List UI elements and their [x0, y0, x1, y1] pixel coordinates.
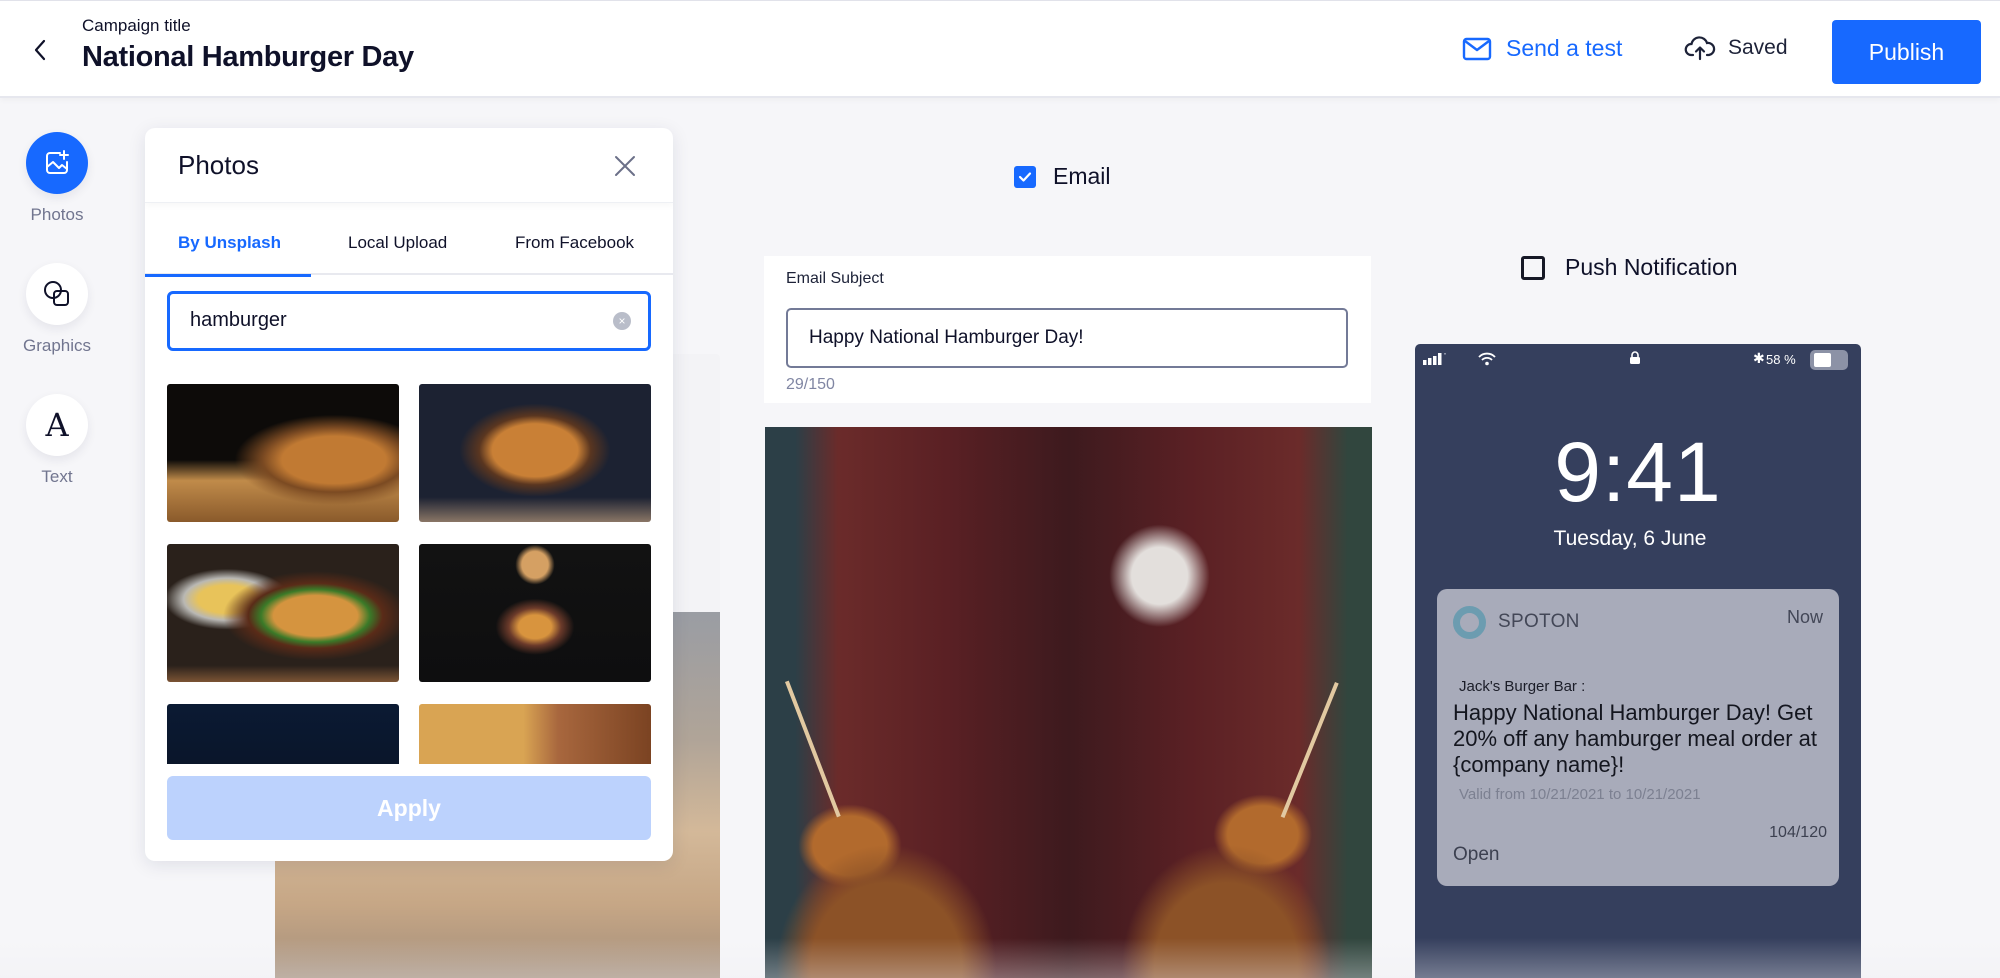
shapes-icon: [44, 281, 69, 306]
notification-body[interactable]: Happy National Hamburger Day! Get 20% of…: [1453, 700, 1833, 778]
email-subject-input[interactable]: [786, 308, 1348, 368]
push-notification-card[interactable]: SPOTON Now Jack's Burger Bar : Happy Nat…: [1437, 589, 1839, 886]
photos-panel-title: Photos: [178, 150, 259, 180]
tool-graphics-label: Graphics: [22, 336, 92, 355]
campaign-title[interactable]: National Hamburger Day: [82, 41, 414, 74]
tab-by-unsplash[interactable]: By Unsplash: [145, 203, 311, 277]
apply-button[interactable]: Apply: [167, 776, 651, 840]
battery-percent: 58 %: [1766, 352, 1796, 367]
close-panel-button[interactable]: [613, 154, 637, 178]
send-test-button[interactable]: Send a test: [1462, 35, 1622, 62]
saved-label: Saved: [1728, 36, 1788, 59]
push-channel-toggle[interactable]: Push Notification: [1521, 254, 1738, 281]
publish-button[interactable]: Publish: [1832, 20, 1981, 84]
battery-level: [1814, 353, 1832, 367]
photo-result[interactable]: [167, 544, 399, 682]
tool-photos[interactable]: Photos: [0, 132, 114, 225]
mail-icon: [1462, 37, 1492, 60]
email-hero-image[interactable]: [765, 427, 1372, 978]
saved-status: Saved: [1684, 35, 1788, 61]
notification-open-action[interactable]: Open: [1453, 844, 1499, 866]
battery-icon: [1810, 350, 1848, 370]
phone-status-bar: ✱ 58 %: [1415, 344, 1861, 374]
tool-text-button[interactable]: A: [26, 394, 88, 456]
photo-result[interactable]: [419, 704, 651, 764]
photo-result[interactable]: [167, 384, 399, 522]
tool-text[interactable]: A Text: [0, 394, 114, 487]
notification-validity: Valid from 10/21/2021 to 10/21/2021: [1459, 786, 1701, 803]
top-bar: Campaign title National Hamburger Day Se…: [0, 0, 2000, 98]
lockscreen-date: Tuesday, 6 June: [1553, 527, 1707, 550]
photo-search-input[interactable]: [190, 309, 590, 332]
notification-sender: Jack's Burger Bar :: [1459, 678, 1586, 695]
send-test-label: Send a test: [1506, 35, 1623, 61]
email-subject-card: Email Subject 29/150: [764, 256, 1371, 403]
photo-result[interactable]: [419, 544, 651, 682]
tool-text-label: Text: [41, 467, 73, 486]
email-subject-char-count: 29/150: [786, 376, 835, 393]
checkmark-icon: [1018, 171, 1032, 182]
back-button[interactable]: [28, 37, 52, 63]
email-channel-toggle[interactable]: Email: [1014, 163, 1111, 190]
text-icon: A: [45, 406, 69, 444]
skewer-decoration: [1280, 682, 1339, 818]
tool-photos-button[interactable]: [26, 132, 88, 194]
photos-panel: Photos By Unsplash Local Upload From Fac…: [145, 128, 673, 861]
tool-graphics-button[interactable]: [26, 263, 88, 325]
photo-search-field[interactable]: ×: [167, 291, 651, 351]
clear-search-icon[interactable]: ×: [613, 312, 631, 330]
email-subject-label: Email Subject: [786, 270, 884, 287]
close-icon: [615, 156, 635, 176]
notification-app-name: SPOTON: [1498, 611, 1580, 632]
lock-icon: [1630, 351, 1640, 364]
tab-from-facebook[interactable]: From Facebook: [475, 203, 671, 275]
skewer-decoration: [785, 680, 841, 818]
push-checkbox-label: Push Notification: [1565, 254, 1738, 280]
notification-time: Now: [1786, 607, 1823, 627]
campaign-title-label: Campaign title: [82, 16, 191, 35]
push-checkbox[interactable]: [1521, 255, 1545, 280]
signal-icon: [1423, 353, 1446, 365]
tool-graphics[interactable]: Graphics: [0, 263, 114, 356]
photo-results-grid[interactable]: [167, 384, 651, 764]
phone-preview: ✱ 58 % 9:41 Tuesday, 6 June SPOTON Now J…: [1415, 344, 1861, 978]
photos-panel-header: Photos: [145, 128, 673, 203]
tool-photos-label: Photos: [30, 205, 84, 224]
photo-source-tabs: By Unsplash Local Upload From Facebook: [145, 203, 673, 277]
chevron-left-icon: [34, 39, 46, 61]
notification-char-count: 104/120: [1769, 824, 1827, 841]
bluetooth-icon: ✱: [1753, 350, 1765, 366]
cloud-upload-icon: [1684, 36, 1716, 61]
lockscreen-time: 9:41: [1554, 425, 1722, 519]
wifi-icon: [1478, 352, 1496, 366]
image-plus-icon: [46, 150, 69, 174]
email-checkbox[interactable]: [1014, 165, 1036, 188]
photo-result[interactable]: [419, 384, 651, 522]
email-checkbox-label: Email: [1053, 163, 1111, 189]
photo-result[interactable]: [167, 704, 399, 764]
tab-local-upload[interactable]: Local Upload: [311, 203, 475, 275]
spoton-logo-icon: [1453, 606, 1486, 639]
